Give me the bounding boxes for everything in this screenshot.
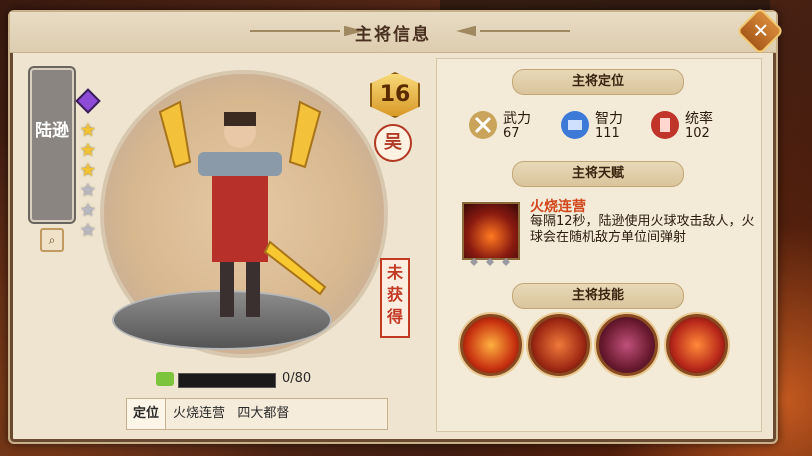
positioning-summary: 定位 火烧连营 四大都督 <box>126 398 388 430</box>
stat-value-force: 67 <box>503 126 520 141</box>
fragment-progress-text: 0/80 <box>282 371 312 386</box>
fire-burst-skill-icon[interactable] <box>460 314 522 376</box>
stat-label-force: 武力 <box>503 111 531 127</box>
hero-name-tab: 陆逊 <box>30 68 74 222</box>
fire-rune-skill-icon[interactable] <box>528 314 590 376</box>
page-title: 主将信息 <box>355 25 431 45</box>
unobtained-status: 未获得 <box>380 258 410 338</box>
stat-value-command: 102 <box>685 126 710 141</box>
banner-icon <box>651 111 679 139</box>
star-empty-icon: ★ <box>79 200 97 221</box>
title-ornament-right-icon <box>456 26 570 36</box>
talent-name: 火烧连营 <box>530 199 586 215</box>
close-icon: ✕ <box>752 18 770 43</box>
positioning-tag[interactable]: 定位 <box>127 399 166 429</box>
star-filled-icon: ★ <box>79 140 97 161</box>
scroll-icon <box>561 111 589 139</box>
talent-fire-icon[interactable] <box>462 202 520 260</box>
positioning-summary-text: 火烧连营 四大都督 <box>173 406 290 421</box>
stat-label-command: 统率 <box>685 111 713 127</box>
title-bar: 主将信息 <box>10 12 776 53</box>
talent-description: 每隔12秒，陆逊使用火球攻击敌人，火球会在随机敌方单位间弹射 <box>530 214 755 245</box>
star-filled-icon: ★ <box>79 120 97 141</box>
star-empty-icon: ★ <box>79 180 97 201</box>
fire-warrior-skill-icon[interactable] <box>596 314 658 376</box>
stat-value-intelligence: 111 <box>595 126 620 141</box>
fragment-puzzle-icon <box>156 372 174 386</box>
crossed-swords-icon <box>469 111 497 139</box>
faction-seal-icon: 吴 <box>374 124 412 162</box>
search-button[interactable]: ⌕ <box>40 228 64 252</box>
star-filled-icon: ★ <box>79 160 97 181</box>
stat-label-intelligence: 智力 <box>595 111 623 127</box>
hero-name: 陆逊 <box>35 121 69 141</box>
section-header-talent: 主将天赋 <box>512 161 684 187</box>
section-header-skills: 主将技能 <box>512 283 684 309</box>
fragment-progress-bar <box>178 373 276 388</box>
star-empty-icon: ★ <box>79 220 97 241</box>
flame-strike-skill-icon[interactable] <box>666 314 728 376</box>
hero-figure-icon <box>158 100 327 317</box>
section-header-positioning: 主将定位 <box>512 69 684 95</box>
talent-gems-icon <box>470 258 510 266</box>
